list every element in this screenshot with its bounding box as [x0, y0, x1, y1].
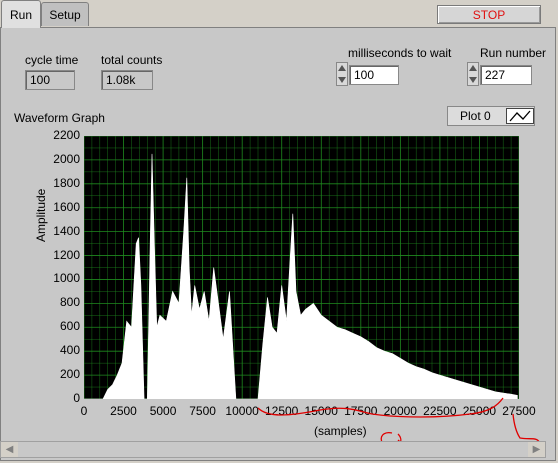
tab-run[interactable]: Run — [1, 0, 41, 28]
tab-run-label: Run — [9, 7, 32, 22]
horizontal-scrollbar[interactable]: ◀ ▶ — [0, 441, 546, 458]
scroll-right-icon[interactable]: ▶ — [528, 442, 545, 457]
scroll-left-icon[interactable]: ◀ — [1, 442, 18, 457]
annotation-scribble — [257, 397, 541, 453]
